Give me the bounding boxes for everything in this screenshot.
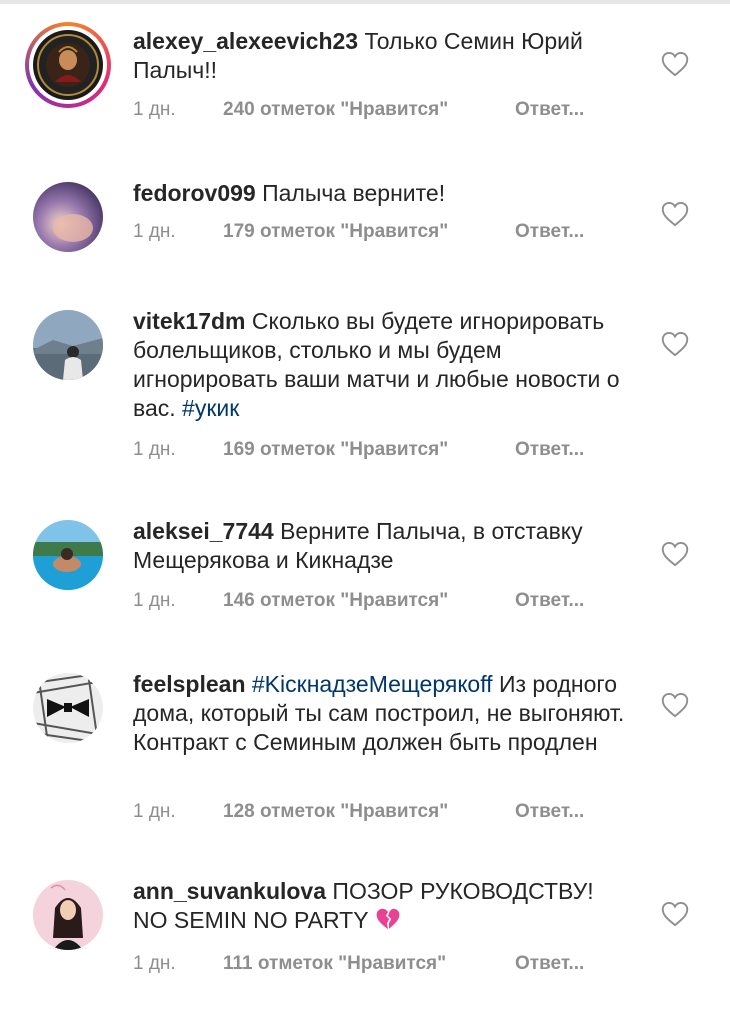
username-link[interactable]: ann_suvankulova bbox=[133, 878, 326, 904]
comment-meta: 1 дн. 169 отметок "Нравится" Ответ... bbox=[133, 439, 584, 461]
comment-time: 1 дн. bbox=[133, 590, 176, 611]
likes-count-link[interactable]: 179 отметок "Нравится" bbox=[223, 221, 515, 243]
comment-text: vitek17dm Сколько вы будете игнорировать… bbox=[133, 307, 633, 423]
comment-text: aleksei_7744 Верните Палыча, в отставку … bbox=[133, 517, 633, 575]
username-link[interactable]: feelsplean bbox=[133, 671, 246, 697]
likes-count-link[interactable]: 240 отметок "Нравится" bbox=[223, 99, 515, 121]
top-divider bbox=[0, 0, 730, 4]
comment-meta: 1 дн. 240 отметок "Нравится" Ответ... bbox=[133, 99, 584, 121]
likes-count-link[interactable]: 169 отметок "Нравится" bbox=[223, 439, 515, 461]
username-link[interactable]: alexey_alexeevich23 bbox=[133, 28, 358, 54]
comment-time: 1 дн. bbox=[133, 801, 176, 822]
comment-meta: 1 дн. 111 отметок "Нравится" Ответ... bbox=[133, 953, 584, 975]
username-link[interactable]: aleksei_7744 bbox=[133, 518, 274, 544]
avatar[interactable] bbox=[33, 310, 103, 380]
comment-time: 1 дн. bbox=[133, 221, 176, 242]
avatar[interactable] bbox=[33, 182, 103, 252]
likes-count-link[interactable]: 111 отметок "Нравится" bbox=[223, 953, 515, 975]
reply-button[interactable]: Ответ... bbox=[515, 221, 584, 243]
broken-heart-emoji bbox=[375, 907, 401, 938]
comment-text: alexey_alexeevich23 Только Семин Юрий Па… bbox=[133, 27, 633, 85]
avatar-story-ring[interactable] bbox=[25, 22, 111, 108]
comment-meta: 1 дн. 179 отметок "Нравится" Ответ... bbox=[133, 221, 584, 243]
reply-button[interactable]: Ответ... bbox=[515, 439, 584, 461]
like-heart-icon[interactable] bbox=[661, 201, 689, 227]
like-heart-icon[interactable] bbox=[661, 51, 689, 77]
avatar[interactable] bbox=[33, 520, 103, 590]
reply-button[interactable]: Ответ... bbox=[515, 953, 584, 975]
avatar[interactable] bbox=[33, 673, 103, 743]
avatar bbox=[33, 30, 103, 100]
reply-button[interactable]: Ответ... bbox=[515, 99, 584, 121]
reply-button[interactable]: Ответ... bbox=[515, 590, 584, 612]
comment-text: fedorov099 Палыча верните! bbox=[133, 179, 633, 208]
comment-meta: 1 дн. 146 отметок "Нравится" Ответ... bbox=[133, 590, 584, 612]
comment-text: ann_suvankulova ПОЗОР РУКОВОДСТВУ! NO SE… bbox=[133, 877, 633, 938]
comment-time: 1 дн. bbox=[133, 439, 176, 460]
comment-body: Палыча верните! bbox=[262, 180, 446, 206]
likes-count-link[interactable]: 128 отметок "Нравится" bbox=[223, 801, 515, 823]
reply-button[interactable]: Ответ... bbox=[515, 801, 584, 823]
like-heart-icon[interactable] bbox=[661, 331, 689, 357]
username-link[interactable]: vitek17dm bbox=[133, 308, 246, 334]
comment-time: 1 дн. bbox=[133, 953, 176, 974]
comment-time: 1 дн. bbox=[133, 99, 176, 120]
likes-count-link[interactable]: 146 отметок "Нравится" bbox=[223, 590, 515, 612]
like-heart-icon[interactable] bbox=[661, 541, 689, 567]
username-link[interactable]: fedorov099 bbox=[133, 180, 256, 206]
hashtag-link[interactable]: #KicкнадзеМещерякoff bbox=[252, 671, 493, 697]
like-heart-icon[interactable] bbox=[661, 692, 689, 718]
hashtag-link[interactable]: #укик bbox=[182, 395, 239, 421]
comment-text: feelsplean #KicкнадзеМещерякoff Из родно… bbox=[133, 670, 633, 757]
avatar[interactable] bbox=[33, 880, 103, 950]
comment-meta: 1 дн. 128 отметок "Нравится" Ответ... bbox=[133, 801, 584, 823]
like-heart-icon[interactable] bbox=[661, 901, 689, 927]
